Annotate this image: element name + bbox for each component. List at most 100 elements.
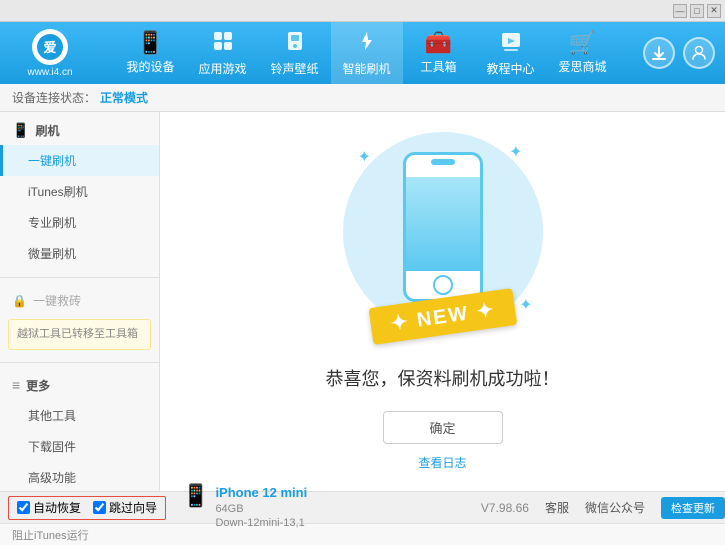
sidebar-section-flash-header: 📱 刷机 — [0, 116, 159, 145]
maximize-button[interactable]: □ — [690, 4, 704, 18]
sidebar-section-more: ≡ 更多 其他工具 下载固件 高级功能 — [0, 367, 159, 492]
sidebar-divider-2 — [0, 362, 159, 363]
nav-item-ringtones-label: 铃声壁纸 — [270, 60, 318, 77]
sidebar-section-more-label: 更多 — [26, 377, 50, 394]
svg-text:爱: 爱 — [43, 40, 56, 55]
sidebar-item-pro-flash[interactable]: 专业刷机 — [0, 207, 159, 238]
toolbox-icon: 🧰 — [425, 32, 452, 54]
sidebar-item-download-firmware-label: 下载固件 — [28, 438, 76, 455]
window-controls: — □ ✕ — [673, 4, 721, 18]
sparkle-3: ✦ — [519, 295, 532, 315]
status-bar: 设备连接状态： 正常模式 — [0, 84, 725, 112]
skip-wizard-text: 跳过向导 — [109, 499, 157, 516]
sidebar-section-rescue-header: 🔒 一键救砖 — [0, 286, 159, 315]
nav-item-apps-games[interactable]: 应用游戏 — [187, 22, 259, 84]
main-layout: 📱 刷机 一键刷机 iTunes刷机 专业刷机 微量刷机 🔒 一键救砖 — [0, 112, 725, 491]
device-name: iPhone 12 mini — [215, 485, 307, 502]
itunes-bar: 阻止iTunes运行 — [0, 523, 725, 545]
sidebar: 📱 刷机 一键刷机 iTunes刷机 专业刷机 微量刷机 🔒 一键救砖 — [0, 112, 160, 491]
close-button[interactable]: ✕ — [707, 4, 721, 18]
nav-item-store[interactable]: 🛒 爱思商城 — [547, 22, 619, 84]
minimize-button[interactable]: — — [673, 4, 687, 18]
device-storage: 64GB — [215, 502, 307, 516]
sidebar-item-advanced-label: 高级功能 — [28, 469, 76, 486]
sidebar-item-other-tools[interactable]: 其他工具 — [0, 400, 159, 431]
nav-item-my-device-label: 我的设备 — [126, 58, 174, 75]
device-info: 📱 iPhone 12 mini 64GB Down-12mini-13,1 — [182, 485, 307, 530]
sidebar-warning-text: 越狱工具已转移至工具箱 — [17, 328, 138, 340]
logo-url: www.i4.cn — [27, 67, 72, 78]
skip-wizard-label[interactable]: 跳过向导 — [93, 499, 157, 516]
apps-games-icon — [212, 30, 234, 56]
account-button[interactable] — [683, 37, 715, 69]
tutorials-icon — [500, 30, 522, 56]
nav-item-apps-games-label: 应用游戏 — [198, 60, 246, 77]
nav-item-tutorials[interactable]: 教程中心 — [475, 22, 547, 84]
nav-item-store-label: 爱思商城 — [558, 58, 606, 75]
nav-item-smart-flash-label: 智能刷机 — [342, 60, 390, 77]
auto-connect-text: 自动恢复 — [33, 499, 81, 516]
sidebar-item-download-firmware[interactable]: 下载固件 — [0, 431, 159, 462]
skip-wizard-checkbox[interactable] — [93, 501, 106, 514]
store-icon: 🛒 — [569, 32, 596, 54]
nav-item-my-device[interactable]: 📱 我的设备 — [115, 22, 187, 84]
nav-actions — [643, 37, 715, 69]
status-label: 设备连接状态： — [12, 89, 96, 106]
rescue-lock-icon: 🔒 — [12, 294, 27, 308]
sidebar-item-pro-flash-label: 专业刷机 — [28, 214, 76, 231]
checkbox-section: 自动恢复 跳过向导 — [8, 496, 166, 520]
auto-connect-checkbox[interactable] — [17, 501, 30, 514]
status-value: 正常模式 — [100, 89, 148, 106]
update-button[interactable]: 检查更新 — [661, 497, 725, 519]
nav-item-toolbox[interactable]: 🧰 工具箱 — [403, 22, 475, 84]
success-text: 恭喜您，保资料刷机成功啦！ — [326, 365, 560, 391]
nav-item-tutorials-label: 教程中心 — [486, 60, 534, 77]
customer-service-link[interactable]: 客服 — [545, 499, 569, 516]
logo-icon: 爱 — [32, 29, 68, 65]
sidebar-item-micro-flash-label: 微量刷机 — [28, 245, 76, 262]
sidebar-item-itunes-flash-label: iTunes刷机 — [28, 183, 88, 200]
sparkle-2: ✦ — [509, 142, 522, 162]
phone-home-button — [433, 275, 453, 295]
sidebar-divider-1 — [0, 277, 159, 278]
sparkle-1: ✦ — [358, 147, 371, 167]
my-device-icon: 📱 — [137, 32, 164, 54]
nav-bar: 爱 www.i4.cn 📱 我的设备 应用游戏 — [0, 22, 725, 84]
phone-shape — [403, 152, 483, 302]
log-link[interactable]: 查看日志 — [418, 454, 466, 471]
phone-screen — [406, 177, 480, 271]
nav-items: 📱 我的设备 应用游戏 铃声壁纸 — [90, 22, 643, 84]
smart-flash-icon — [356, 30, 378, 56]
sidebar-item-one-click-flash-label: 一键刷机 — [28, 152, 76, 169]
sidebar-item-itunes-flash[interactable]: iTunes刷机 — [0, 176, 159, 207]
sidebar-section-flash-label: 刷机 — [35, 122, 59, 139]
flash-section-icon: 📱 — [12, 122, 29, 139]
sidebar-section-more-header: ≡ 更多 — [0, 371, 159, 400]
nav-item-smart-flash[interactable]: 智能刷机 — [331, 22, 403, 84]
sidebar-item-other-tools-label: 其他工具 — [28, 407, 76, 424]
sidebar-item-micro-flash[interactable]: 微量刷机 — [0, 238, 159, 269]
wechat-link[interactable]: 微信公众号 — [585, 499, 645, 516]
auto-connect-label[interactable]: 自动恢复 — [17, 499, 81, 516]
title-bar: — □ ✕ — [0, 0, 725, 22]
confirm-button[interactable]: 确定 — [383, 411, 503, 444]
download-button[interactable] — [643, 37, 675, 69]
itunes-stop-text: 阻止iTunes运行 — [12, 527, 89, 543]
sidebar-item-one-click-flash[interactable]: 一键刷机 — [0, 145, 159, 176]
sidebar-item-advanced[interactable]: 高级功能 — [0, 462, 159, 492]
device-ios: Down-12mini-13,1 — [215, 516, 307, 530]
ringtones-icon — [284, 30, 306, 56]
version-text: V7.98.66 — [481, 501, 529, 515]
more-section-icon: ≡ — [12, 377, 20, 393]
phone-notch — [431, 159, 455, 165]
nav-item-ringtones[interactable]: 铃声壁纸 — [259, 22, 331, 84]
content-area: ✦ ✦ ✦ ✦ NEW ✦ 恭喜您，保资料刷机成功啦！ 确定 查看日志 — [160, 112, 725, 491]
bottom-bar: 自动恢复 跳过向导 📱 iPhone 12 mini 64GB Down-12m… — [0, 491, 725, 523]
logo[interactable]: 爱 www.i4.cn — [10, 28, 90, 78]
sidebar-section-rescue-label: 一键救砖 — [33, 292, 81, 309]
bottom-right: V7.98.66 客服 微信公众号 检查更新 — [481, 497, 725, 519]
sidebar-section-rescue: 🔒 一键救砖 越狱工具已转移至工具箱 — [0, 282, 159, 358]
sidebar-section-flash: 📱 刷机 一键刷机 iTunes刷机 专业刷机 微量刷机 — [0, 112, 159, 273]
illustration: ✦ ✦ ✦ ✦ NEW ✦ — [343, 132, 543, 345]
nav-item-toolbox-label: 工具箱 — [420, 58, 456, 75]
